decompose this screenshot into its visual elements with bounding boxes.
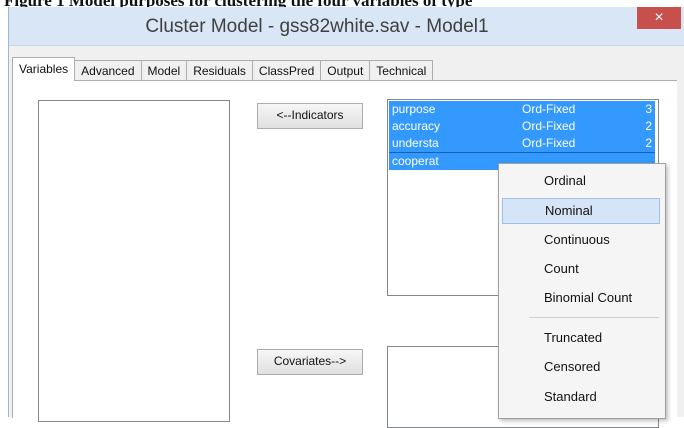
tab-technical[interactable]: Technical [369,60,434,81]
menu-item-standard[interactable]: Standard [502,384,660,410]
indicator-name: purpose [392,102,436,116]
menu-item-binomial-count[interactable]: Binomial Count [502,285,660,311]
available-variables-list[interactable] [38,100,230,422]
tab-classpred[interactable]: ClassPred [251,60,322,81]
indicator-count: 2 [645,119,652,133]
tab-advanced[interactable]: Advanced [74,60,142,81]
indicator-name: accuracy [392,119,441,133]
indicator-count: 3 [645,102,652,116]
tab-model[interactable]: Model [140,60,188,81]
menu-item-count[interactable]: Count [502,256,660,282]
tab-strip: Variables Advanced Model Residuals Class… [12,57,434,81]
window-title: Cluster Model - gss82white.sav - Model1 [145,16,489,37]
indicator-type: Ord-Fixed [522,119,576,133]
indicator-name: cooperat [392,154,439,168]
menu-item-nominal[interactable]: Nominal [502,198,660,224]
indicator-type: Ord-Fixed [522,136,576,150]
title-bar: Cluster Model - gss82white.sav - Model1 … [9,7,684,46]
indicator-type: Ord-Fixed [522,102,576,116]
covariates-button[interactable]: Covariates--> [257,349,363,375]
tab-residuals[interactable]: Residuals [186,60,253,81]
indicator-count: 2 [645,136,652,150]
list-item[interactable]: understa Ord-Fixed 2 [389,135,655,152]
list-item[interactable]: purpose Ord-Fixed 3 [389,101,655,118]
scale-type-context-menu: Ordinal Nominal Continuous Count Binomia… [498,163,666,419]
menu-item-continuous[interactable]: Continuous [502,227,660,253]
menu-item-ordinal[interactable]: Ordinal [502,168,660,194]
indicators-button[interactable]: <--Indicators [257,103,363,129]
tab-output[interactable]: Output [320,60,371,81]
close-button[interactable]: × [637,7,681,29]
list-item[interactable]: accuracy Ord-Fixed 2 [389,118,655,135]
menu-item-censored[interactable]: Censored [502,354,660,380]
indicator-name: understa [392,136,439,150]
tab-variables[interactable]: Variables [12,57,76,81]
menu-separator [529,317,659,318]
menu-item-truncated[interactable]: Truncated [502,325,660,351]
